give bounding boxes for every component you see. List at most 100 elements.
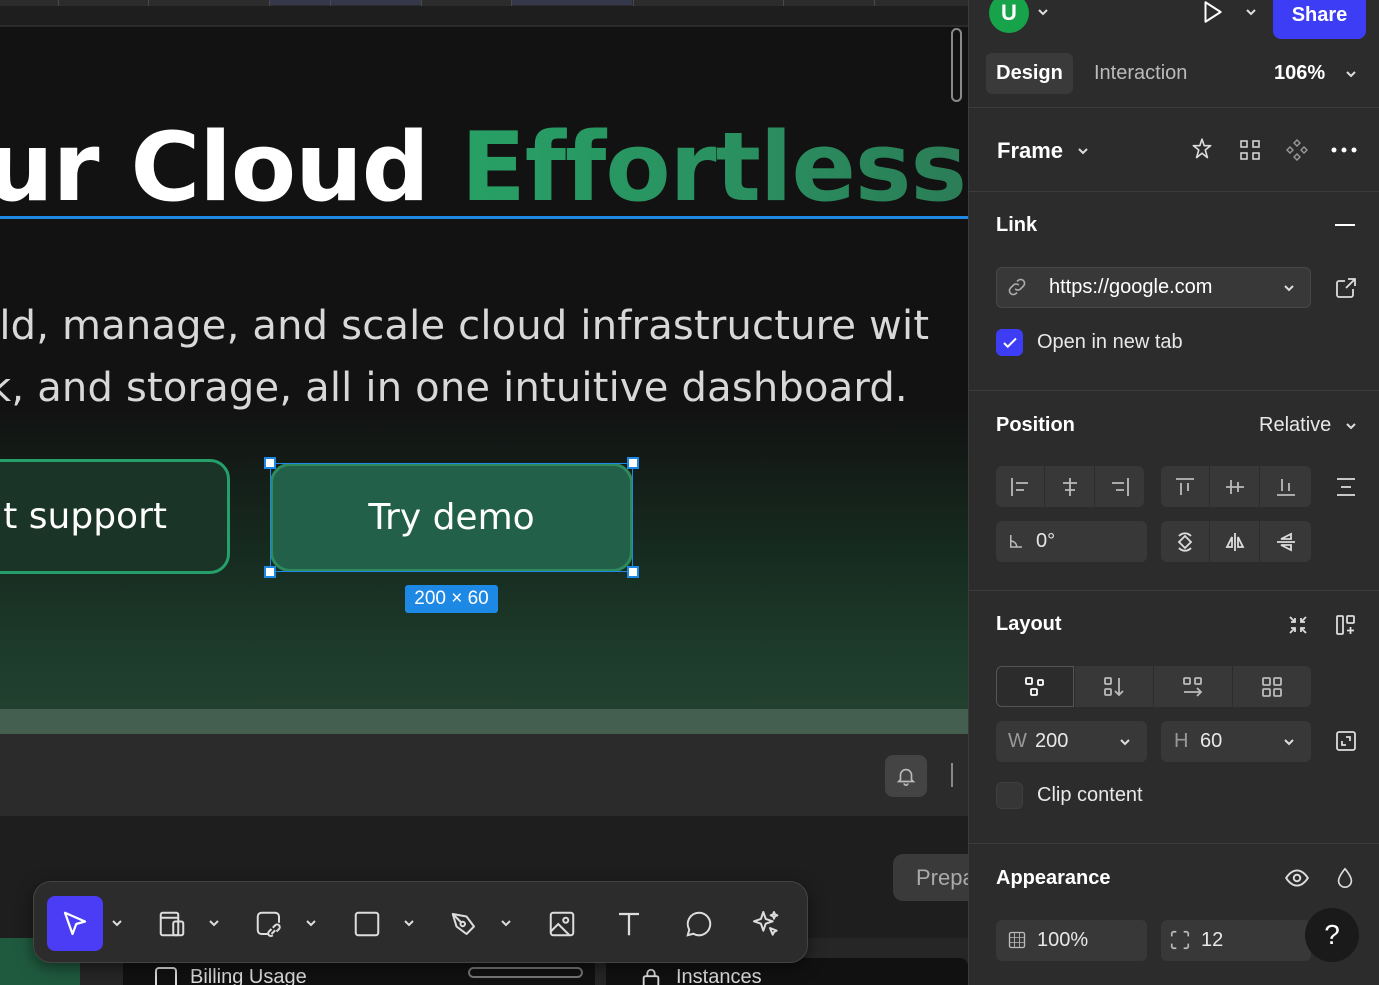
- frame-type-chevron[interactable]: [1075, 143, 1091, 159]
- text-tool[interactable]: [601, 896, 657, 951]
- tab-interaction[interactable]: Interaction: [1094, 62, 1187, 85]
- resize-handle-bottom-left[interactable]: [264, 566, 276, 578]
- preview-menu-chevron[interactable]: [1243, 4, 1259, 20]
- billing-usage-label: Billing Usage: [190, 966, 307, 985]
- selection-box: [270, 463, 633, 572]
- resize-to-fit-button[interactable]: [1333, 728, 1359, 754]
- notification-button[interactable]: [885, 755, 927, 797]
- link-tool-caret[interactable]: [303, 915, 319, 931]
- collapse-arrows-icon: [1286, 613, 1310, 637]
- select-tool[interactable]: [47, 896, 103, 951]
- rectangle-tool-caret[interactable]: [401, 915, 417, 931]
- avatar-menu-chevron[interactable]: [1035, 4, 1051, 20]
- layout-grid-button[interactable]: [1233, 666, 1311, 707]
- sparkle-cursor-icon: [750, 908, 782, 940]
- chevron-down-icon: [1345, 420, 1357, 432]
- pen-tool-caret[interactable]: [498, 915, 514, 931]
- chevron-down-icon: [305, 917, 317, 929]
- height-mode-chevron[interactable]: [1281, 734, 1297, 750]
- device-frame-tool[interactable]: [144, 896, 200, 951]
- visibility-toggle[interactable]: [1283, 864, 1311, 892]
- hero-frame[interactable]: ur Cloud Effortlessl ild, manage, and sc…: [0, 27, 968, 734]
- diamond-cluster-icon: [1285, 138, 1309, 162]
- comment-tool[interactable]: [671, 896, 727, 951]
- flip-vertical-icon: [1274, 530, 1298, 554]
- corner-radius-icon: [1169, 929, 1191, 951]
- align-center-h-button[interactable]: [1045, 466, 1094, 507]
- select-tool-caret[interactable]: [109, 915, 125, 931]
- width-mode-chevron[interactable]: [1117, 734, 1133, 750]
- play-icon: [1199, 0, 1225, 26]
- chevron-down-icon: [1245, 6, 1257, 18]
- image-tool[interactable]: [534, 896, 590, 951]
- rectangle-tool[interactable]: [339, 896, 395, 951]
- distribute-button[interactable]: [1333, 474, 1359, 500]
- share-button[interactable]: Share: [1273, 0, 1366, 39]
- layout-add-icon: [1334, 613, 1358, 637]
- layout-section-title: Layout: [996, 613, 1062, 635]
- frame-scrollbar[interactable]: [951, 28, 962, 102]
- grid-layout-icon: [1260, 675, 1284, 699]
- open-link-button[interactable]: [1333, 275, 1359, 301]
- prepare-chip[interactable]: Prepa: [893, 854, 968, 901]
- angle-icon: [1006, 531, 1026, 551]
- align-right-button[interactable]: [1095, 466, 1144, 507]
- collapse-link-button[interactable]: [1333, 215, 1357, 235]
- help-button[interactable]: ?: [1305, 908, 1359, 962]
- contact-support-button[interactable]: t support: [0, 459, 230, 574]
- more-options-button[interactable]: [1329, 136, 1359, 164]
- chevron-down-icon: [1037, 6, 1049, 18]
- hero-subline-1[interactable]: ild, manage, and scale cloud infrastruct…: [0, 303, 929, 349]
- flip-horizontal-button[interactable]: [1210, 521, 1259, 562]
- shrink-button[interactable]: [1285, 612, 1311, 638]
- minus-icon: [1334, 223, 1356, 227]
- user-avatar[interactable]: U: [989, 0, 1029, 33]
- ai-tool[interactable]: [738, 896, 794, 951]
- eye-icon: [1284, 865, 1310, 891]
- headline-green-text: Effortlessl: [461, 113, 968, 223]
- flip-vertical-button[interactable]: [1260, 521, 1311, 562]
- hero-subline-2[interactable]: k, and storage, all in one intuitive das…: [0, 365, 908, 411]
- resize-handle-bottom-right[interactable]: [627, 566, 639, 578]
- align-middle-v-button[interactable]: [1210, 466, 1259, 507]
- layout-horizontal-button[interactable]: [1154, 666, 1232, 707]
- freeform-layout-icon: [1023, 675, 1047, 699]
- create-component-button[interactable]: [1283, 136, 1311, 164]
- open-new-tab-label[interactable]: Open in new tab: [1037, 331, 1183, 354]
- pen-tool[interactable]: [436, 896, 492, 951]
- component-button[interactable]: [1188, 136, 1216, 164]
- preview-button[interactable]: [1197, 0, 1227, 28]
- add-auto-layout-button[interactable]: [1333, 612, 1359, 638]
- link-shape-tool[interactable]: [241, 896, 297, 951]
- zoom-menu-chevron[interactable]: [1343, 66, 1359, 82]
- design-canvas[interactable]: ur Cloud Effortlessl ild, manage, and sc…: [0, 0, 968, 985]
- tab-design[interactable]: Design: [986, 53, 1073, 94]
- align-left-button[interactable]: [996, 466, 1044, 507]
- align-bottom-button[interactable]: [1260, 466, 1311, 507]
- height-value: 60: [1200, 730, 1223, 752]
- frame-type-label[interactable]: Frame: [997, 138, 1063, 164]
- open-new-tab-checkbox[interactable]: [996, 329, 1023, 356]
- hero-headline[interactable]: ur Cloud Effortlessl: [0, 121, 968, 216]
- resize-handle-top-left[interactable]: [264, 457, 276, 469]
- position-mode-chevron[interactable]: [1343, 418, 1359, 434]
- align-center-vertical-icon: [1223, 475, 1247, 499]
- layout-vertical-button[interactable]: [1075, 666, 1153, 707]
- align-top-button[interactable]: [1161, 466, 1209, 507]
- cursor-arrow-icon: [60, 909, 90, 939]
- blend-mode-button[interactable]: [1332, 864, 1358, 892]
- position-mode-value[interactable]: Relative: [1259, 414, 1331, 437]
- comment-bubble-icon: [684, 909, 714, 939]
- rotate-button[interactable]: [1161, 521, 1209, 562]
- check-icon: [1001, 334, 1019, 352]
- grid-button[interactable]: [1236, 136, 1264, 164]
- resize-handle-top-right[interactable]: [627, 457, 639, 469]
- frame-tool-caret[interactable]: [206, 915, 222, 931]
- appearance-section-title: Appearance: [996, 867, 1111, 889]
- clip-content-checkbox[interactable]: [996, 782, 1023, 809]
- zoom-level[interactable]: 106%: [1274, 62, 1325, 85]
- clip-content-label[interactable]: Clip content: [1037, 784, 1143, 807]
- link-url-chevron[interactable]: [1281, 280, 1297, 296]
- layout-freeform-button[interactable]: [996, 666, 1074, 707]
- lock-icon: [640, 967, 662, 985]
